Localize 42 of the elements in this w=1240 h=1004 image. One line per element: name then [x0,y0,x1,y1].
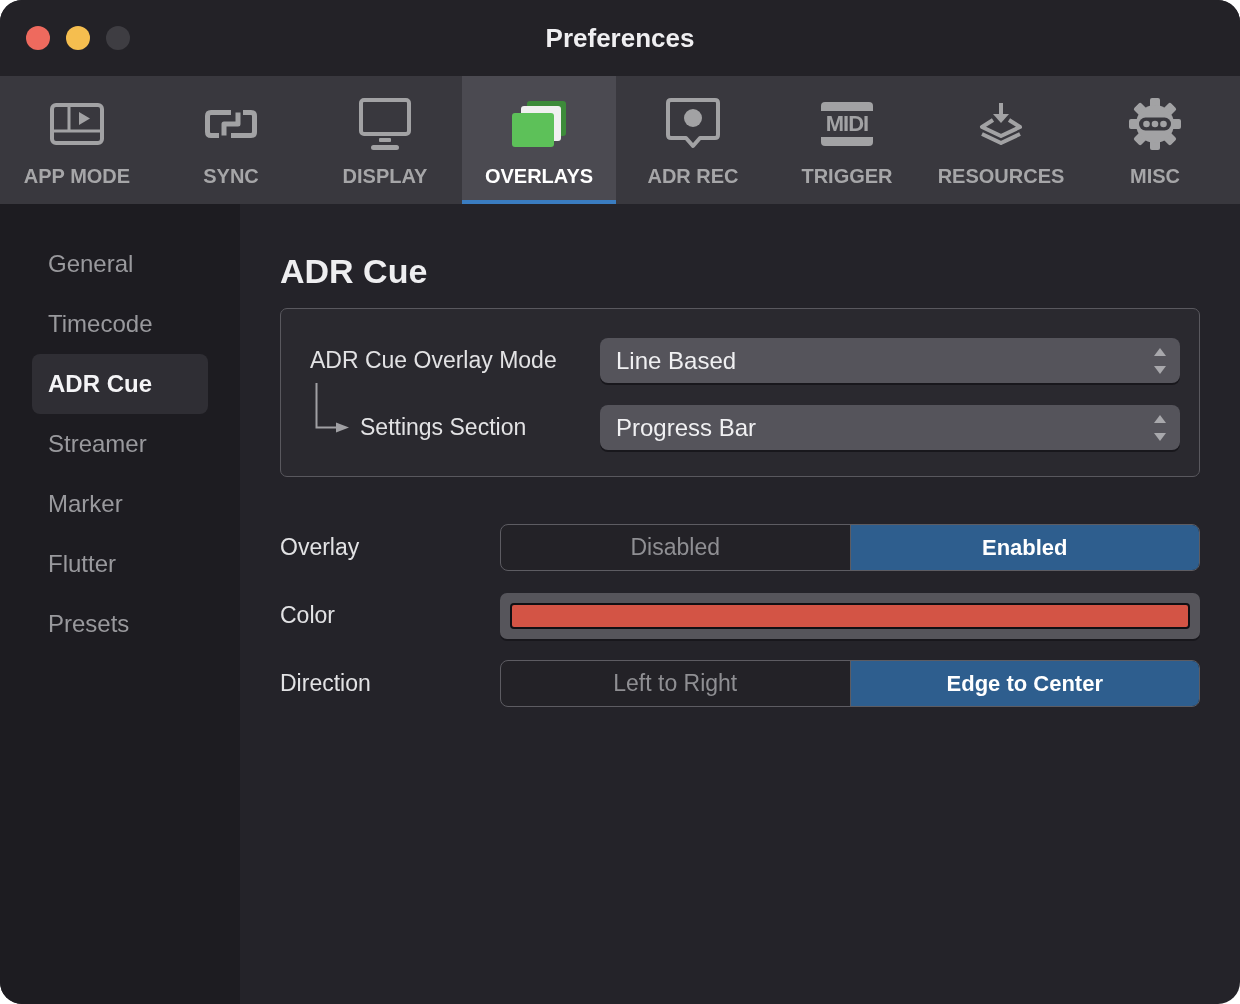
gear-icon [1128,97,1182,151]
elbow-arrow-icon [315,383,349,433]
minimize-button[interactable] [66,26,90,50]
toolbar-tab[interactable]: MIDI TRIGGER [770,76,924,204]
monitor-icon [359,98,411,150]
play-window-icon [50,103,104,145]
toolbar-tab[interactable]: ADR REC [616,76,770,204]
sidebar-item[interactable]: Marker [32,474,208,534]
toolbar-tab[interactable]: RESOURCES [924,76,1078,204]
popup-select[interactable]: Progress Bar [600,405,1180,450]
toolbar-tab[interactable]: DISPLAY [308,76,462,204]
field-label: ADR Cue Overlay Mode [310,347,557,374]
up-down-arrows-icon [1154,414,1166,441]
sidebar-item[interactable]: General [32,234,208,294]
speech-bubble-icon [666,98,720,150]
segment-button[interactable]: Enabled [849,525,1199,570]
setting-label: Direction [280,670,372,697]
close-button[interactable] [26,26,50,50]
window-title: Preferences [545,22,695,54]
setting-label: Overlay [280,534,361,561]
sidebar-item[interactable]: Timecode [32,294,208,354]
field-label: Settings Section [360,414,527,441]
setting-label: Color [280,602,336,629]
toolbar-tab[interactable]: MISC [1078,76,1232,204]
segment-button[interactable]: Edge to Center [849,661,1199,706]
segment-button[interactable]: Left to Right [501,661,850,706]
stacked-layers-icon [512,101,566,147]
sidebar-item[interactable]: Presets [32,594,208,654]
color-well[interactable] [500,592,1200,639]
toolbar-tab[interactable]: SYNC [154,76,308,204]
download-tray-icon [978,103,1024,145]
up-down-arrows-icon [1154,347,1166,374]
popup-select[interactable]: Line Based [600,338,1180,383]
toolbar-tab[interactable]: OVERLAYS [462,76,616,204]
sidebar-item[interactable]: Flutter [32,534,208,594]
chain-link-icon [204,109,258,139]
segment-button[interactable]: Disabled [501,525,850,570]
toolbar-tab[interactable]: APP MODE [0,76,154,204]
sidebar-item[interactable]: Streamer [32,414,208,474]
sidebar-item[interactable]: ADR Cue [32,354,208,414]
section-heading: ADR Cue [280,251,429,291]
midi-logo: MIDI [821,102,873,146]
